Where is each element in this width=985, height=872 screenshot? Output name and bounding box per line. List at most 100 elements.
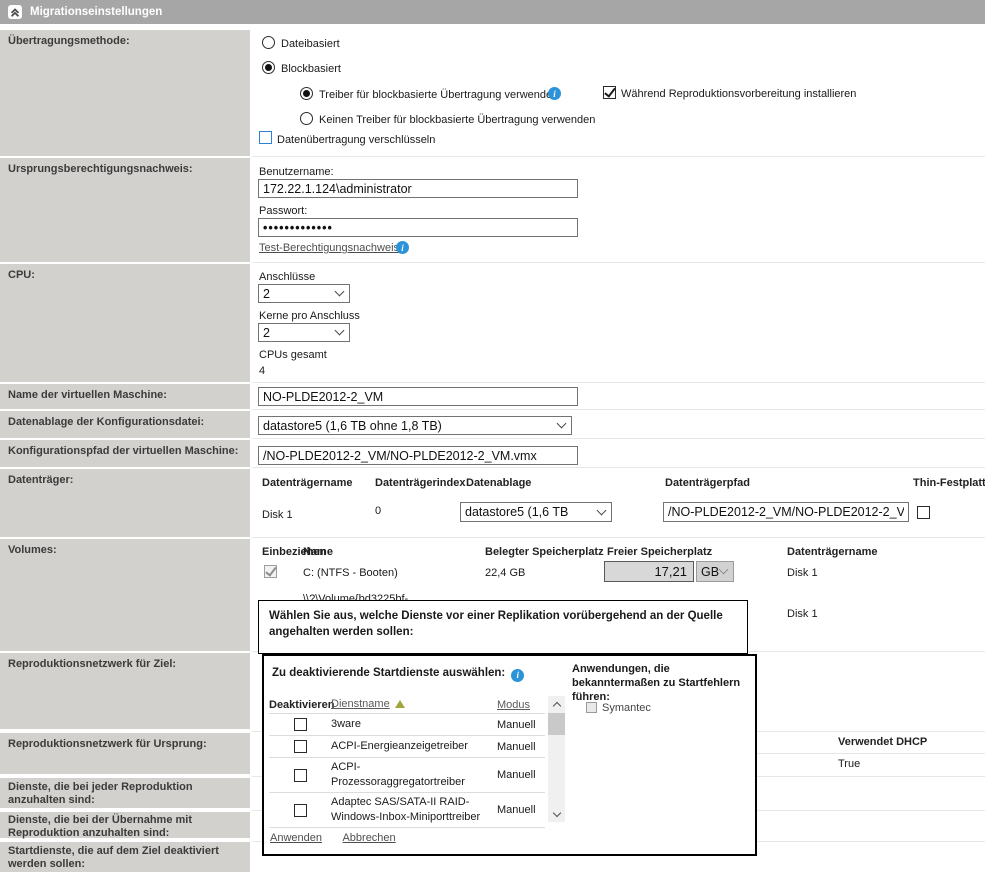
username-label: Benutzername:: [259, 166, 334, 178]
disk-datastore-select[interactable]: datastore5 (1,6 TB: [460, 502, 612, 522]
col-service-name-link[interactable]: Dienstname: [331, 698, 390, 710]
service-row: ACPI-Prozessoraggregatortreiber Manuell: [269, 758, 545, 793]
chevron-down-icon: [335, 287, 345, 297]
vol-col-free: Freier Speicherplatz: [607, 546, 712, 558]
col-service-name-header[interactable]: Dienstname: [331, 697, 497, 712]
row-divider: [252, 467, 985, 468]
service-disable-checkbox[interactable]: [294, 718, 307, 731]
uses-dhcp-header: Verwendet DHCP: [838, 736, 927, 748]
apps-startup-failures-title: Anwendungen, die bekanntermaßen zu Start…: [572, 662, 754, 704]
row-divider: [252, 537, 985, 538]
service-row: 3ware Manuell: [269, 714, 545, 736]
vol-col-disk: Datenträgername: [787, 546, 877, 558]
info-icon[interactable]: i: [396, 241, 409, 254]
disk-col-thin: Thin-Festplatte: [913, 477, 985, 489]
chevron-down-icon: [719, 565, 729, 575]
label-volumes: Volumes:: [0, 539, 250, 651]
services-table-header: Deaktivieren Dienstname Modus: [269, 696, 545, 714]
col-mode-header[interactable]: Modus: [497, 699, 541, 711]
disk-index-value: 0: [375, 505, 381, 517]
scrollbar-thumb[interactable]: [548, 713, 565, 735]
label-config-path: Konfigurationspfad der virtuellen Maschi…: [0, 440, 250, 467]
volume-include-checkbox: [264, 565, 277, 578]
services-scrollbar[interactable]: [548, 696, 565, 822]
label-vm-name: Name der virtuellen Maschine:: [0, 384, 250, 409]
collapse-section-icon[interactable]: [8, 5, 22, 19]
disk-col-path: Datenträgerpfad: [665, 477, 750, 489]
config-datastore-select[interactable]: datastore5 (1,6 TB ohne 1,8 TB): [258, 416, 572, 435]
row-divider: [252, 382, 985, 383]
radio-block-based[interactable]: [262, 61, 275, 74]
volume-disk-name: Disk 1: [787, 567, 818, 579]
disk-col-index: Datenträgerindex: [375, 477, 465, 489]
services-message-box: Wählen Sie aus, welche Dienste vor einer…: [258, 600, 748, 654]
scroll-up-icon[interactable]: [548, 696, 565, 712]
cores-label: Kerne pro Anschluss: [259, 310, 360, 322]
disk-path-input[interactable]: [663, 502, 909, 522]
checkbox-install-during-prep-label: Während Reproduktionsvorbereitung instal…: [621, 88, 856, 100]
service-disable-checkbox[interactable]: [294, 740, 307, 753]
label-services-every: Dienste, die bei jeder Reproduktion anzu…: [0, 778, 250, 808]
config-path-input[interactable]: [258, 446, 578, 465]
app-symantec-label: Symantec: [602, 702, 651, 714]
radio-file-based[interactable]: [262, 36, 275, 49]
disable-startup-services-dialog: Zu deaktivierende Startdienste auswählen…: [262, 654, 757, 856]
volume-name: C: (NTFS - Booten): [303, 567, 398, 579]
total-cpus-value: 4: [259, 365, 265, 377]
checkbox-install-during-prep[interactable]: [603, 86, 616, 99]
username-input[interactable]: [258, 179, 578, 198]
chevrons-up-icon: [9, 6, 21, 18]
label-config-datastore: Datenablage der Konfigurationsdatei:: [0, 411, 250, 438]
scroll-down-icon[interactable]: [548, 806, 565, 822]
cores-select[interactable]: 2: [258, 323, 350, 342]
vm-name-input[interactable]: [258, 387, 578, 406]
volume-free-unit-value: GB: [701, 565, 719, 579]
config-datastore-value: datastore5 (1,6 TB ohne 1,8 TB): [263, 419, 442, 433]
label-disks: Datenträger:: [0, 469, 250, 537]
service-disable-checkbox[interactable]: [294, 804, 307, 817]
cancel-link[interactable]: Abbrechen: [342, 832, 395, 844]
radio-no-driver[interactable]: [300, 112, 313, 125]
migration-settings-panel: Migrationseinstellungen Übertragungsmeth…: [0, 0, 985, 872]
label-source-network: Reproduktionsnetzwerk für Ursprung:: [0, 733, 250, 774]
vol-col-used: Belegter Speicherplatz: [485, 546, 604, 558]
radio-use-driver[interactable]: [300, 87, 313, 100]
service-row: Adaptec SAS/SATA-II RAID-Windows-Inbox-M…: [269, 793, 545, 828]
services-message-text: Wählen Sie aus, welche Dienste vor einer…: [269, 610, 723, 638]
radio-use-driver-label: Treiber für blockbasierte Übertragung ve…: [319, 89, 558, 101]
apply-link[interactable]: Anwenden: [270, 832, 322, 844]
label-target-network: Reproduktionsnetzwerk für Ziel:: [0, 653, 250, 729]
app-symantec-checkbox: [586, 702, 597, 713]
sockets-select[interactable]: 2: [258, 284, 350, 303]
row-divider: [757, 753, 985, 754]
radio-block-based-label: Blockbasiert: [281, 63, 341, 75]
row-divider: [252, 156, 985, 157]
password-input[interactable]: [258, 218, 578, 237]
volume-used-space: 22,4 GB: [485, 567, 525, 579]
service-row: ACPI-Energieanzeigetreiber Manuell: [269, 736, 545, 758]
password-label: Passwort:: [259, 205, 307, 217]
chevron-down-icon: [335, 326, 345, 336]
test-credentials-link[interactable]: Test-Berechtigungsnachweis: [259, 242, 399, 254]
dialog-title-text: Zu deaktivierende Startdienste auswählen…: [272, 667, 505, 679]
label-services-cutover: Dienste, die bei der Übernahme mit Repro…: [0, 812, 250, 838]
dialog-title: Zu deaktivierende Startdienste auswählen…: [272, 667, 524, 682]
info-icon[interactable]: i: [511, 669, 524, 682]
row-divider: [252, 438, 985, 439]
checkbox-encrypt-transfer[interactable]: [259, 131, 272, 144]
info-icon[interactable]: i: [548, 87, 561, 100]
service-disable-checkbox[interactable]: [294, 769, 307, 782]
disk-datastore-value: datastore5 (1,6 TB: [465, 505, 568, 519]
vol-col-name: Name: [303, 546, 333, 558]
radio-no-driver-label: Keinen Treiber für blockbasierte Übertra…: [319, 114, 595, 126]
col-mode-link[interactable]: Modus: [497, 699, 530, 711]
row-divider: [252, 262, 985, 263]
volume-free-space-input[interactable]: [604, 561, 694, 582]
service-name: 3ware: [331, 717, 497, 732]
service-mode: Manuell: [497, 769, 541, 781]
section-header: Migrationseinstellungen: [0, 0, 985, 24]
service-mode: Manuell: [497, 719, 541, 731]
sort-ascending-icon: [395, 700, 405, 708]
thin-disk-checkbox[interactable]: [917, 506, 930, 519]
total-cpus-label: CPUs gesamt: [259, 349, 327, 361]
